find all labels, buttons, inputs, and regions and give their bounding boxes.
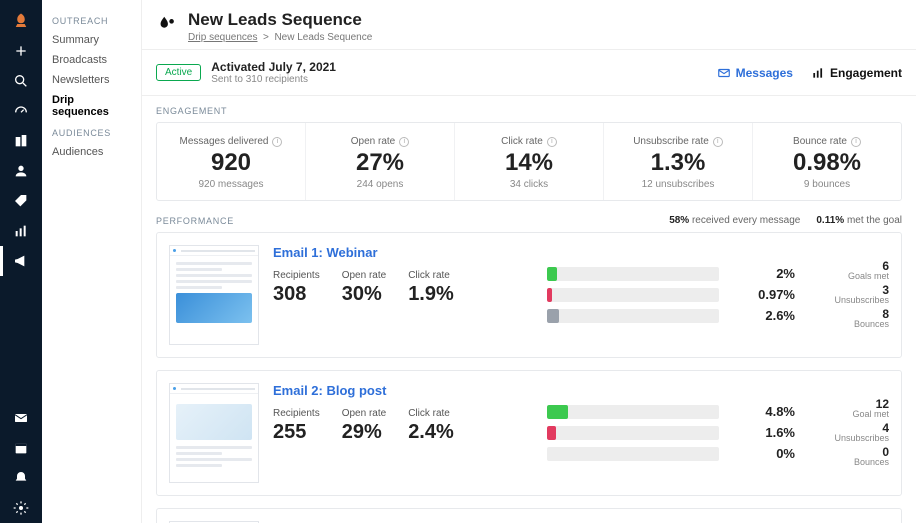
calendar-icon[interactable] — [0, 433, 42, 463]
recipients-count: Sent to 310 recipients — [211, 74, 336, 85]
add-icon[interactable] — [0, 36, 42, 66]
side-group-outreach: OUTREACH — [42, 10, 141, 30]
stat-label: Bounces — [809, 458, 889, 468]
page-title: New Leads Sequence — [188, 10, 372, 30]
performance-header: PERFORMANCE 58% received every message 0… — [142, 209, 916, 232]
engagement-summary: Messages delivered i 920 920 messages Op… — [156, 122, 902, 201]
engagement-label: Unsubscribe rate i — [633, 136, 723, 147]
engagement-cell: Messages delivered i 920 920 messages — [157, 123, 306, 200]
status-pill: Active — [156, 64, 201, 81]
stat-pct: 1.6% — [733, 426, 795, 440]
email-title[interactable]: Email 2: Blog post — [273, 383, 533, 398]
stat-pct: 2% — [733, 267, 795, 281]
tab-messages[interactable]: Messages — [717, 66, 793, 80]
page-header: New Leads Sequence Drip sequences > New … — [142, 0, 916, 50]
info-icon[interactable]: i — [713, 137, 723, 147]
engagement-value: 0.98% — [759, 149, 895, 177]
stat-bar — [547, 288, 719, 302]
stat-label: Goal met — [809, 410, 889, 420]
email-thumbnail[interactable] — [169, 383, 259, 483]
open-rate-value: 30% — [342, 283, 386, 306]
recipients-value: 255 — [273, 421, 320, 444]
settings-icon[interactable] — [0, 493, 42, 523]
tab-engagement[interactable]: Engagement — [811, 66, 902, 80]
main-content: New Leads Sequence Drip sequences > New … — [142, 0, 916, 523]
stat-bar — [547, 405, 719, 419]
stat-bar — [547, 426, 719, 440]
engagement-value: 14% — [461, 149, 597, 177]
engagement-sub: 34 clicks — [461, 179, 597, 190]
engagement-value: 1.3% — [610, 149, 746, 177]
side-group-audiences: AUDIENCES — [42, 122, 141, 142]
breadcrumb-current: New Leads Sequence — [274, 32, 372, 43]
stat-label: Unsubscribes — [809, 434, 889, 444]
email-card: Email 1: Webinar Recipients308 Open rate… — [156, 232, 902, 358]
breadcrumb-root[interactable]: Drip sequences — [188, 32, 257, 43]
engagement-sub: 9 bounces — [759, 179, 895, 190]
click-rate-value: 1.9% — [408, 283, 454, 306]
side-nav: OUTREACH Summary Broadcasts Newsletters … — [42, 0, 142, 523]
info-icon[interactable]: i — [851, 137, 861, 147]
engagement-cell: Bounce rate i 0.98% 9 bounces — [753, 123, 901, 200]
engagement-label: Bounce rate i — [793, 136, 861, 147]
info-icon[interactable]: i — [547, 137, 557, 147]
engagement-cell: Click rate i 14% 34 clicks — [455, 123, 604, 200]
stat-label: Bounces — [809, 320, 889, 330]
mail-icon[interactable] — [0, 403, 42, 433]
performance-heading: PERFORMANCE — [156, 216, 234, 226]
email-thumbnail[interactable] — [169, 245, 259, 345]
dashboard-icon[interactable] — [0, 96, 42, 126]
sidenav-item-drip-sequences[interactable]: Drip sequences — [42, 90, 141, 122]
stat-pct: 0.97% — [733, 288, 795, 302]
stat-label: Goals met — [809, 272, 889, 282]
open-rate-value: 29% — [342, 421, 386, 444]
building-icon[interactable] — [0, 126, 42, 156]
tag-icon[interactable] — [0, 186, 42, 216]
notification-icon[interactable] — [0, 463, 42, 493]
stat-label: Unsubscribes — [809, 296, 889, 306]
engagement-sub: 244 opens — [312, 179, 448, 190]
icon-rail — [0, 0, 42, 523]
sidenav-item-newsletters[interactable]: Newsletters — [42, 70, 141, 90]
email-card: Email 3: Demo signup Recipients212 Open … — [156, 508, 902, 523]
engagement-label: Messages delivered i — [180, 136, 283, 147]
activated-date: Activated July 7, 2021 — [211, 60, 336, 74]
email-title[interactable]: Email 1: Webinar — [273, 245, 533, 260]
engagement-sub: 12 unsubscribes — [610, 179, 746, 190]
click-rate-value: 2.4% — [408, 421, 454, 444]
stat-bar — [547, 309, 719, 323]
engagement-value: 27% — [312, 149, 448, 177]
status-bar: Active Activated July 7, 2021 Sent to 31… — [142, 50, 916, 96]
recipients-value: 308 — [273, 283, 320, 306]
engagement-value: 920 — [163, 149, 299, 177]
info-icon[interactable]: i — [272, 137, 282, 147]
drip-icon — [156, 14, 178, 39]
breadcrumb: Drip sequences > New Leads Sequence — [188, 32, 372, 43]
sidenav-item-audiences[interactable]: Audiences — [42, 142, 141, 162]
chart-icon[interactable] — [0, 216, 42, 246]
megaphone-icon[interactable] — [0, 246, 42, 276]
info-icon[interactable]: i — [399, 137, 409, 147]
stat-pct: 0% — [733, 447, 795, 461]
engagement-cell: Unsubscribe rate i 1.3% 12 unsubscribes — [604, 123, 753, 200]
email-cards: Email 1: Webinar Recipients308 Open rate… — [142, 232, 916, 523]
stat-pct: 2.6% — [733, 309, 795, 323]
met-goal: 0.11% met the goal — [816, 215, 902, 226]
engagement-label: Click rate i — [501, 136, 557, 147]
engagement-heading: ENGAGEMENT — [142, 96, 916, 122]
engagement-cell: Open rate i 27% 244 opens — [306, 123, 455, 200]
app-logo-icon[interactable] — [0, 6, 42, 36]
stat-bar — [547, 267, 719, 281]
search-icon[interactable] — [0, 66, 42, 96]
email-card: Email 2: Blog post Recipients255 Open ra… — [156, 370, 902, 496]
sidenav-item-summary[interactable]: Summary — [42, 30, 141, 50]
sidenav-item-broadcasts[interactable]: Broadcasts — [42, 50, 141, 70]
engagement-label: Open rate i — [351, 136, 409, 147]
stat-bar — [547, 447, 719, 461]
user-icon[interactable] — [0, 156, 42, 186]
engagement-sub: 920 messages — [163, 179, 299, 190]
stat-pct: 4.8% — [733, 405, 795, 419]
received-every-message: 58% received every message — [669, 215, 800, 226]
